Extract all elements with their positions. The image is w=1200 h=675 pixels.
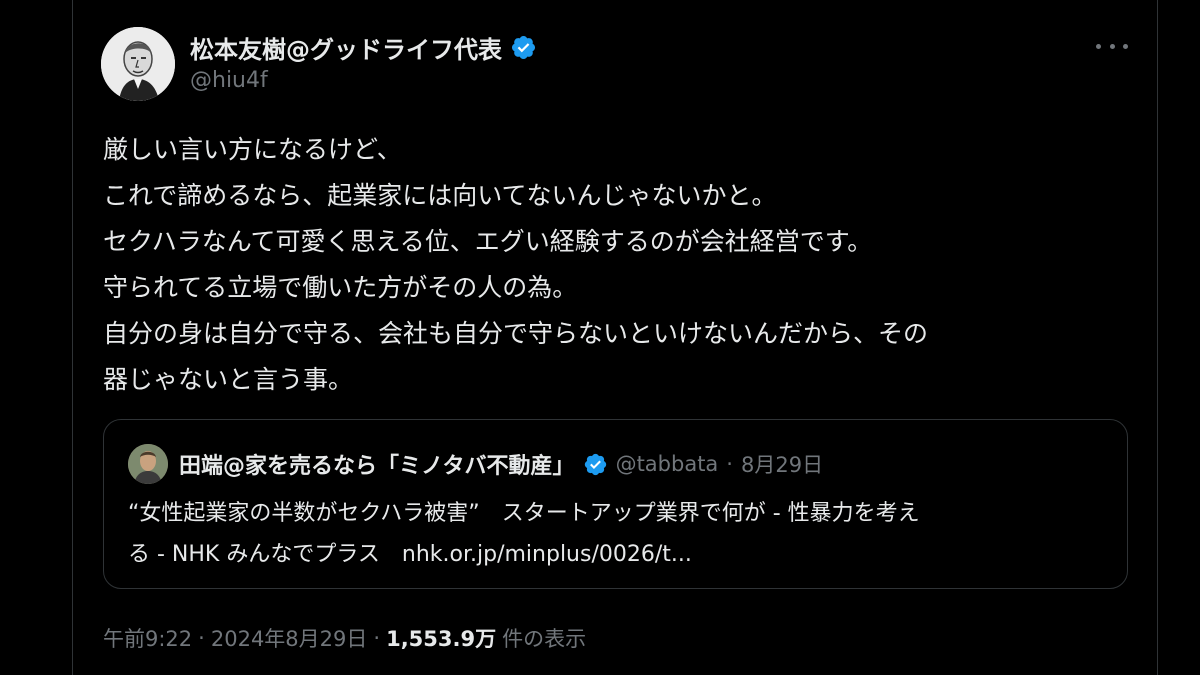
views-label: 件の表示 [502,627,587,651]
author-avatar[interactable] [101,27,175,101]
tweet-line: これで諦めるなら、起業家には向いてないんじゃないかと。 [103,181,777,210]
tweet-line: 厳しい言い方になるけど、 [103,135,402,164]
quoted-avatar-portrait-icon [128,444,168,484]
verified-badge-icon[interactable] [510,34,537,61]
quoted-body: “女性起業家の半数がセクハラ被害” スタートアップ業界で何が - 性暴力を考え … [128,493,1108,575]
footer-separator: · [198,626,205,650]
tweet-date[interactable]: 2024年8月29日 [211,623,368,653]
quoted-date[interactable]: 8月29日 [741,449,823,479]
tweet-body: 厳しい言い方になるけど、 これで諦めるなら、起業家には向いてないんじゃないかと。… [103,127,1133,403]
more-dot [1123,43,1128,49]
tweet-line: 器じゃないと言う事。 [103,365,354,394]
more-options-icon[interactable] [1096,34,1128,58]
author-name-row: 松本友樹@グッドライフ代表 [190,30,537,64]
author-avatar-portrait-icon [101,27,175,101]
quoted-verified-badge-icon[interactable] [583,452,608,477]
tweet-line: セクハラなんて可愛く思える位、エグい経験するのが会社経営です。 [103,227,873,256]
tweet-page: 松本友樹@グッドライフ代表 @hiu4f 厳しい言い方になるけど、 これで諦める… [0,0,1200,675]
more-dot [1109,43,1115,49]
author-handle[interactable]: @hiu4f [190,68,268,93]
quoted-display-name[interactable]: 田端@家を売るなら「ミノタバ不動産」 [179,448,575,480]
quoted-separator: · [726,452,733,476]
quoted-header: 田端@家を売るなら「ミノタバ不動産」 @tabbata · 8月29日 [179,446,823,482]
quoted-line: る - NHK みんなでプラス nhk.or.jp/minplus/0026/t… [128,542,692,567]
quoted-tweet-card[interactable]: 田端@家を売るなら「ミノタバ不動産」 @tabbata · 8月29日 “女性起… [103,419,1128,589]
quoted-author-avatar[interactable] [128,444,168,484]
tweet-time[interactable]: 午前9:22 [103,623,192,653]
more-dot [1096,43,1101,49]
footer-separator: · [373,626,381,650]
tweet-meta-footer: 午前9:22 · 2024年8月29日 · 1,553.9万 件の表示 [103,621,586,655]
tweet-line: 守られてる立場で働いた方がその人の為。 [103,273,578,302]
quoted-line: “女性起業家の半数がセクハラ被害” スタートアップ業界で何が - 性暴力を考え [128,501,920,526]
views-count[interactable]: 1,553.9万 [386,623,496,653]
quoted-handle[interactable]: @tabbata [616,452,719,476]
author-display-name[interactable]: 松本友樹@グッドライフ代表 [190,30,502,65]
tweet-line: 自分の身は自分で守る、会社も自分で守らないといけないんだから、その [103,319,929,348]
